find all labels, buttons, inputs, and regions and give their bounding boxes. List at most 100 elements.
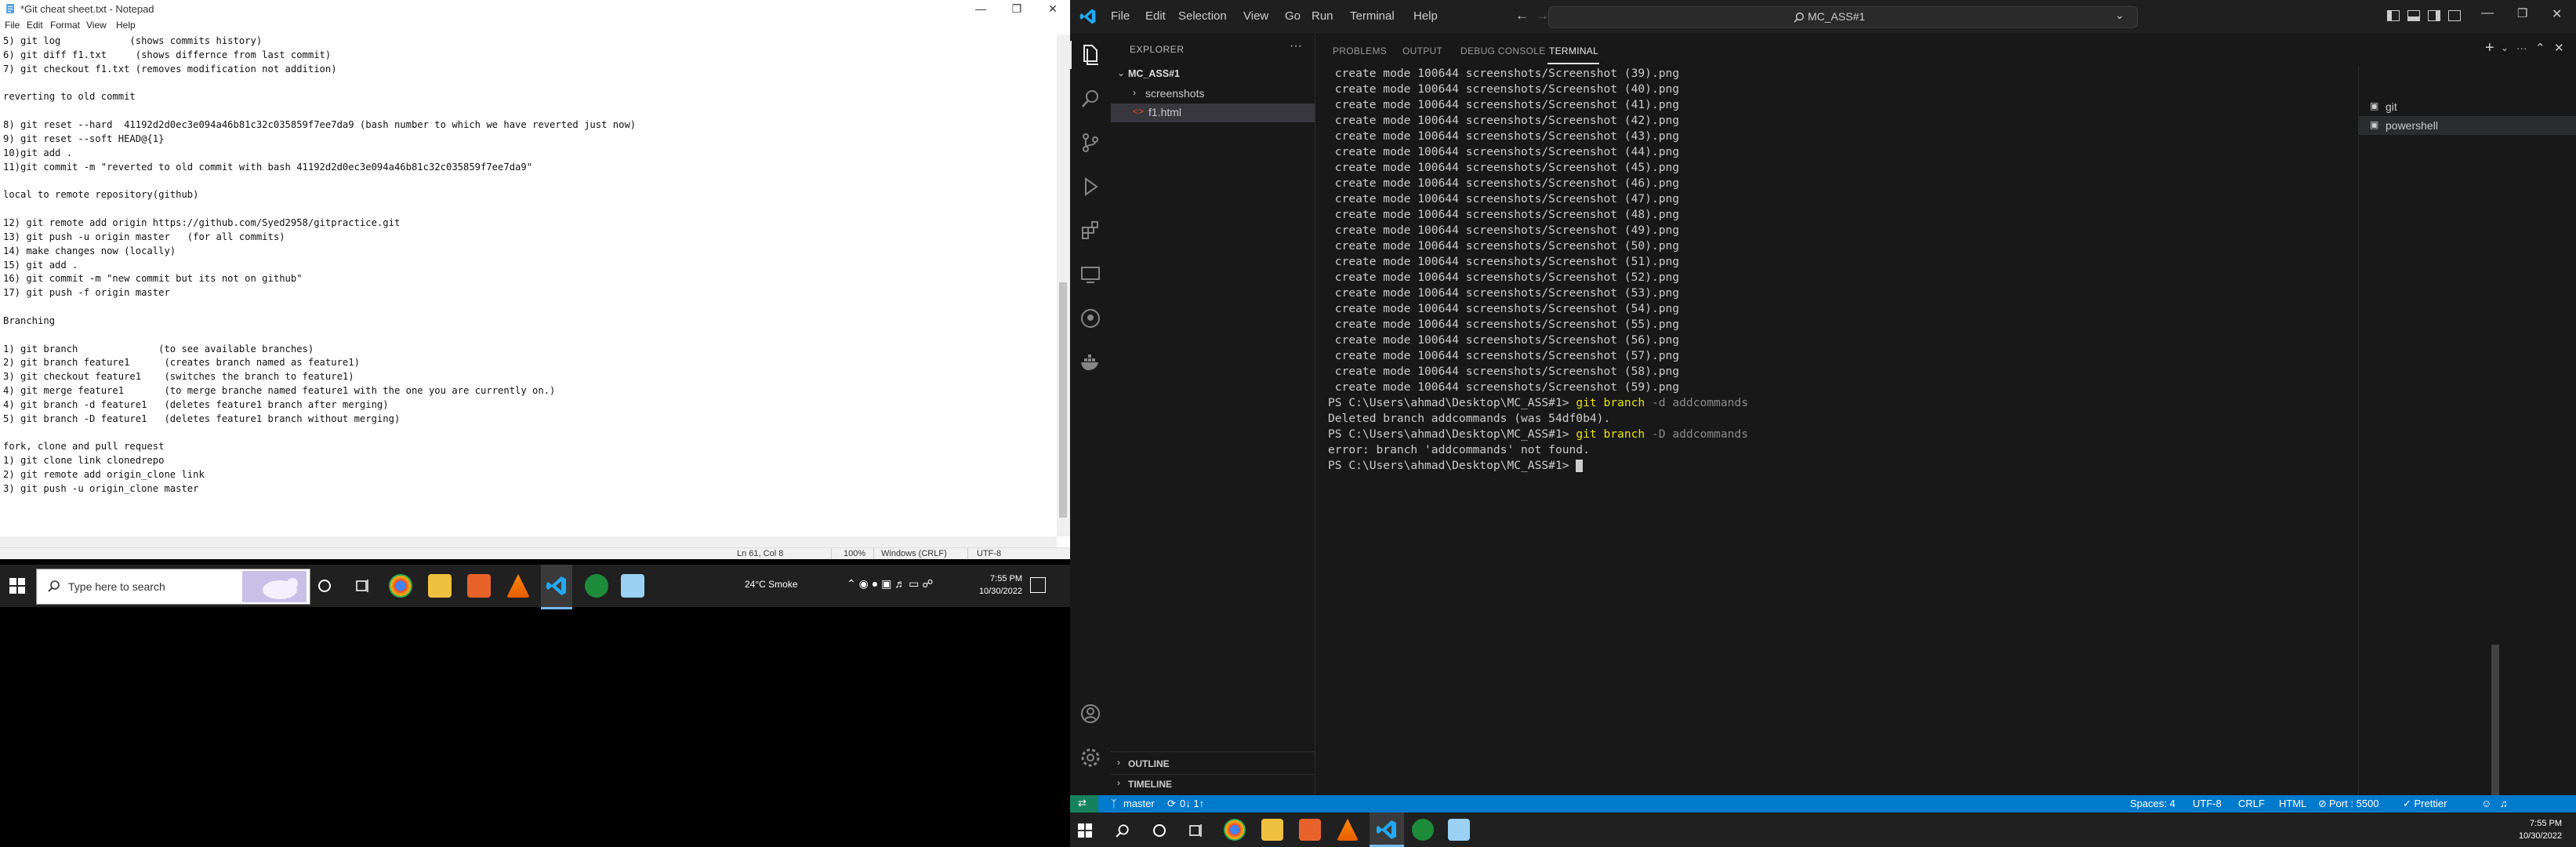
close-panel-icon[interactable]: ✕ [2554, 41, 2564, 55]
tray-icons[interactable]: ⌃ ◉ ● ▣ ♬ ▭ ☍ [847, 577, 933, 591]
vs-menu-run[interactable]: Run [1312, 9, 1333, 23]
notepad-text-area[interactable]: 5) git log (shows commits history) 6) git… [3, 35, 1054, 533]
clock-left[interactable]: 7:55 PM 10/30/2022 [969, 573, 1022, 598]
timeline-section[interactable]: › TIMELINE [1111, 774, 1315, 794]
whatsapp-icon[interactable] [1412, 819, 1434, 841]
taskbar-search-box[interactable]: Type here to search [36, 569, 310, 605]
menu-help[interactable]: Help [116, 20, 136, 31]
menu-view[interactable]: View [86, 20, 107, 31]
window-minimize-button[interactable]: — [2481, 6, 2494, 20]
more-actions-icon[interactable]: ··· [2516, 42, 2527, 54]
file-encoding[interactable]: UTF-8 [2193, 798, 2222, 809]
customize-layout-icon[interactable] [2448, 10, 2461, 21]
settings-gear-icon[interactable] [1078, 745, 1103, 770]
run-debug-icon[interactable] [1078, 174, 1103, 199]
vs-menu-terminal[interactable]: Terminal [1350, 9, 1395, 23]
whatsapp-icon[interactable] [585, 574, 608, 598]
vlc-icon[interactable] [506, 574, 530, 598]
clock-right[interactable]: 7:55 PM 10/30/2022 [2519, 817, 2562, 842]
terminal-line: create mode 100644 screenshots/Screensho… [1328, 114, 1680, 127]
accounts-icon[interactable]: ☺ [2481, 798, 2491, 809]
outline-section[interactable]: › OUTLINE [1111, 754, 1315, 773]
cortana-icon[interactable] [317, 578, 332, 594]
task-view-icon[interactable] [354, 578, 370, 594]
tab-debug-console[interactable]: DEBUG CONSOLE [1460, 45, 1546, 56]
end-of-line[interactable]: CRLF [2238, 798, 2265, 809]
toggle-secondary-sidebar-icon[interactable] [2428, 10, 2440, 21]
back-arrow-icon[interactable]: ← [1515, 8, 1529, 24]
maximize-button[interactable]: ❐ [999, 0, 1035, 17]
windows-start-icon[interactable] [1078, 823, 1092, 838]
toggle-panel-icon[interactable] [2407, 10, 2420, 21]
tab-terminal[interactable]: TERMINAL [1549, 45, 1598, 56]
maximize-panel-icon[interactable]: ⌃ [2535, 41, 2545, 55]
indentation[interactable]: Spaces: 4 [2130, 798, 2175, 809]
vs-menu-selection[interactable]: Selection [1178, 9, 1227, 23]
menu-file[interactable]: File [5, 20, 20, 31]
notepad-scroll-thumb[interactable] [1059, 282, 1067, 518]
window-restore-button[interactable]: ❐ [2517, 6, 2527, 20]
chrome-icon[interactable] [1224, 819, 1246, 841]
notepad-taskbar-icon[interactable] [621, 574, 644, 598]
explorer-files-icon[interactable] [1078, 42, 1103, 67]
chevron-down-icon[interactable]: ⌄ [2115, 9, 2124, 22]
vs-menu-help[interactable]: Help [1413, 9, 1438, 23]
notepad-line: 8) git reset --hard 41192d2d0ec3e094a46b… [3, 119, 637, 131]
remote-explorer-icon[interactable] [1078, 262, 1103, 287]
terminal-item-powershell[interactable]: ▣ powershell [2359, 116, 2576, 135]
source-control-icon[interactable] [1078, 130, 1103, 155]
vs-menu-file[interactable]: File [1111, 9, 1130, 23]
remote-icon: ⇄ [1078, 797, 1087, 809]
tree-item-screenshots[interactable]: › screenshots [1111, 85, 1315, 104]
account-icon[interactable] [1078, 701, 1103, 726]
toggle-sidebar-icon[interactable] [2387, 10, 2400, 21]
terminal-line: create mode 100644 screenshots/Screensho… [1328, 161, 1680, 174]
command-center-search[interactable]: MC_ASS#1 ⌄ [1548, 6, 2138, 28]
branch-name[interactable]: master [1123, 798, 1155, 809]
menu-format[interactable]: Format [50, 20, 80, 31]
app-orange-icon[interactable] [1299, 819, 1321, 841]
vs-menu-view[interactable]: View [1243, 9, 1268, 23]
file-explorer-icon[interactable] [1261, 819, 1283, 841]
weather-text[interactable]: 24°C Smoke [745, 579, 798, 590]
vs-menu-go[interactable]: Go [1285, 9, 1301, 23]
terminal-output[interactable]: create mode 100644 screenshots/Screensho… [1328, 66, 2371, 795]
bell-icon[interactable]: ♫ [2500, 798, 2508, 809]
docker-icon[interactable] [1078, 350, 1103, 375]
windows-start-icon[interactable] [9, 578, 25, 594]
close-button[interactable]: ✕ [1035, 0, 1071, 17]
tree-item-f1-html[interactable]: <> f1.html [1111, 104, 1315, 122]
tab-problems[interactable]: PROBLEMS [1333, 45, 1387, 56]
notepad-horizontal-scrollbar[interactable] [0, 536, 1057, 547]
new-terminal-plus-icon[interactable]: + [2485, 39, 2494, 57]
sync-status[interactable]: 0↓ 1↑ [1180, 798, 1204, 809]
notepad-taskbar-icon[interactable] [1448, 819, 1470, 841]
notification-icon[interactable] [1030, 577, 1046, 593]
status-divider [873, 548, 874, 559]
github-icon[interactable] [1078, 306, 1103, 331]
vlc-icon[interactable] [1337, 819, 1359, 841]
extensions-icon[interactable] [1078, 218, 1103, 243]
tab-output[interactable]: OUTPUT [1402, 45, 1442, 56]
window-close-button[interactable]: ✕ [2552, 6, 2562, 22]
minimize-button[interactable]: — [963, 0, 999, 17]
tree-item-label: screenshots [1145, 87, 1205, 100]
prettier-status[interactable]: ✓ Prettier [2403, 798, 2447, 810]
cortana-icon[interactable] [1152, 823, 1167, 838]
live-server-port[interactable]: Port : 5500 [2329, 798, 2379, 809]
vs-menu-edit[interactable]: Edit [1145, 9, 1166, 23]
task-view-icon[interactable] [1188, 823, 1203, 838]
terminal-dropdown-icon[interactable]: ⌄ [2501, 42, 2509, 53]
file-explorer-icon[interactable] [428, 574, 452, 598]
workspace-root-row[interactable]: ⌄ MC_ASS#1 [1111, 66, 1315, 83]
remote-indicator[interactable]: ⇄ [1070, 795, 1098, 812]
menu-edit[interactable]: Edit [27, 20, 43, 31]
app-orange-icon[interactable] [467, 574, 491, 598]
search-icon[interactable] [1116, 823, 1130, 838]
more-actions-icon[interactable]: ··· [1290, 39, 1302, 53]
terminal-item-git[interactable]: ▣ git [2359, 97, 2576, 116]
search-icon[interactable] [1078, 86, 1103, 111]
chrome-icon[interactable] [389, 574, 412, 598]
forward-arrow-icon[interactable]: → [1536, 8, 1549, 24]
language-mode[interactable]: HTML [2279, 798, 2306, 809]
